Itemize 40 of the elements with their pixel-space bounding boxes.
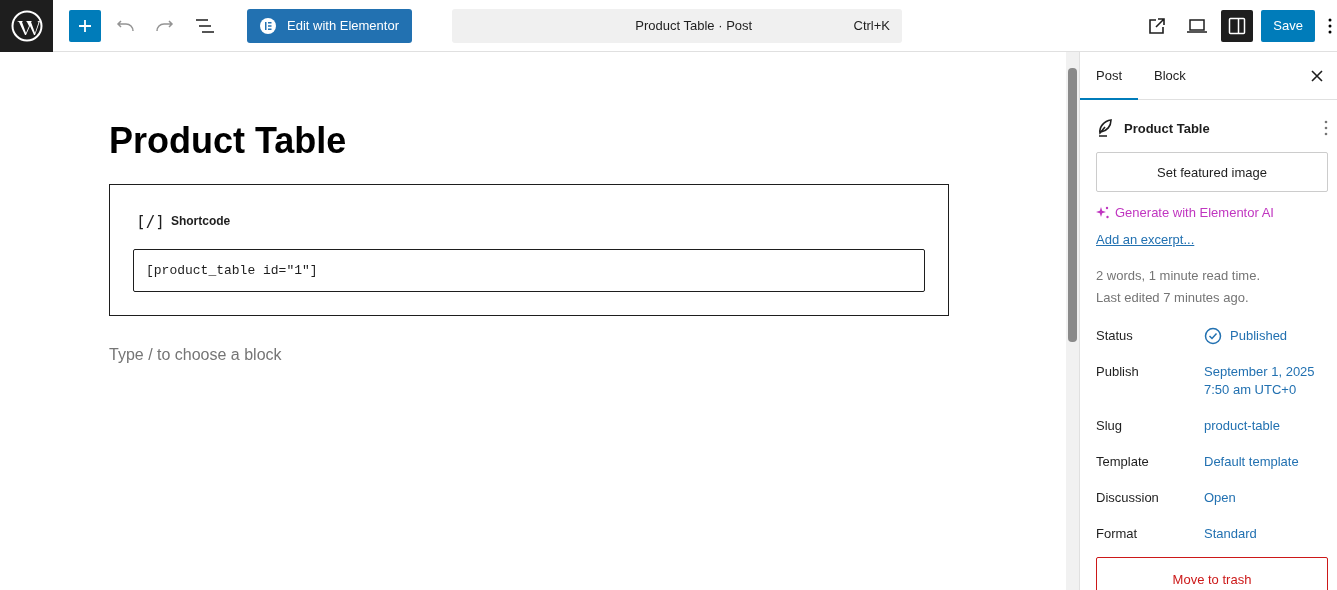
block-placeholder[interactable]: Type / to choose a block	[109, 346, 1066, 364]
sidebar-tab[interactable]: Post	[1080, 52, 1138, 100]
shortcode-field[interactable]: [product_table id="1"]	[133, 249, 925, 292]
field-value-link[interactable]: product-table	[1204, 417, 1280, 435]
wordpress-logo-icon[interactable]	[0, 0, 53, 52]
post-title-label: Product Table	[1124, 120, 1211, 136]
sparkle-icon	[1096, 205, 1109, 219]
check-circle-icon	[1204, 327, 1222, 345]
field-label: Publish	[1096, 363, 1140, 381]
sidebar-toggle-icon[interactable]	[1221, 9, 1254, 42]
elementor-ai-link[interactable]: Generate with Elementor AI	[1115, 204, 1274, 220]
post-stats-text: Last edited 7 minutes ago.	[1096, 289, 1250, 307]
post-title[interactable]: Product Table	[109, 120, 1066, 162]
feather-icon	[1096, 119, 1112, 137]
field-value-link[interactable]: Default template	[1204, 453, 1299, 471]
shortcode-icon: [/]	[136, 211, 165, 231]
add-excerpt-link[interactable]: Add an excerpt...	[1096, 232, 1195, 247]
field-label: Discussion	[1096, 489, 1160, 507]
field-value-link[interactable]: September 1, 2025 7:50 am UTC+0	[1204, 363, 1315, 399]
post-stats-text: 2 words, 1 minute read time.	[1096, 267, 1262, 285]
field-label: Template	[1096, 453, 1150, 471]
status-link[interactable]: Published	[1230, 327, 1288, 345]
plus-icon	[77, 17, 93, 34]
more-options-icon[interactable]	[1324, 120, 1328, 136]
save-button[interactable]: Save	[1261, 9, 1315, 42]
set-featured-image-button[interactable]: Set featured image	[1096, 152, 1328, 192]
add-block-button[interactable]	[69, 9, 101, 42]
block-label: Shortcode	[170, 214, 231, 228]
elementor-icon	[259, 16, 277, 35]
scrollbar[interactable]	[1066, 52, 1079, 590]
field-label: Slug	[1096, 417, 1124, 435]
shortcode-block[interactable]: [/] Shortcode [product_table id="1"]	[109, 184, 949, 316]
field-value-link[interactable]: Open	[1204, 489, 1236, 507]
edit-with-elementor-button[interactable]: Edit with Elementor	[247, 8, 412, 43]
sidebar-tab[interactable]: Block	[1138, 52, 1202, 100]
command-palette-button[interactable]: Product Table · Post Ctrl+K	[452, 8, 902, 43]
field-label: Format	[1096, 525, 1139, 543]
field-value-link[interactable]: Standard	[1204, 525, 1257, 543]
field-label: Status	[1096, 327, 1134, 345]
move-to-trash-button[interactable]: Move to trash	[1096, 557, 1328, 590]
